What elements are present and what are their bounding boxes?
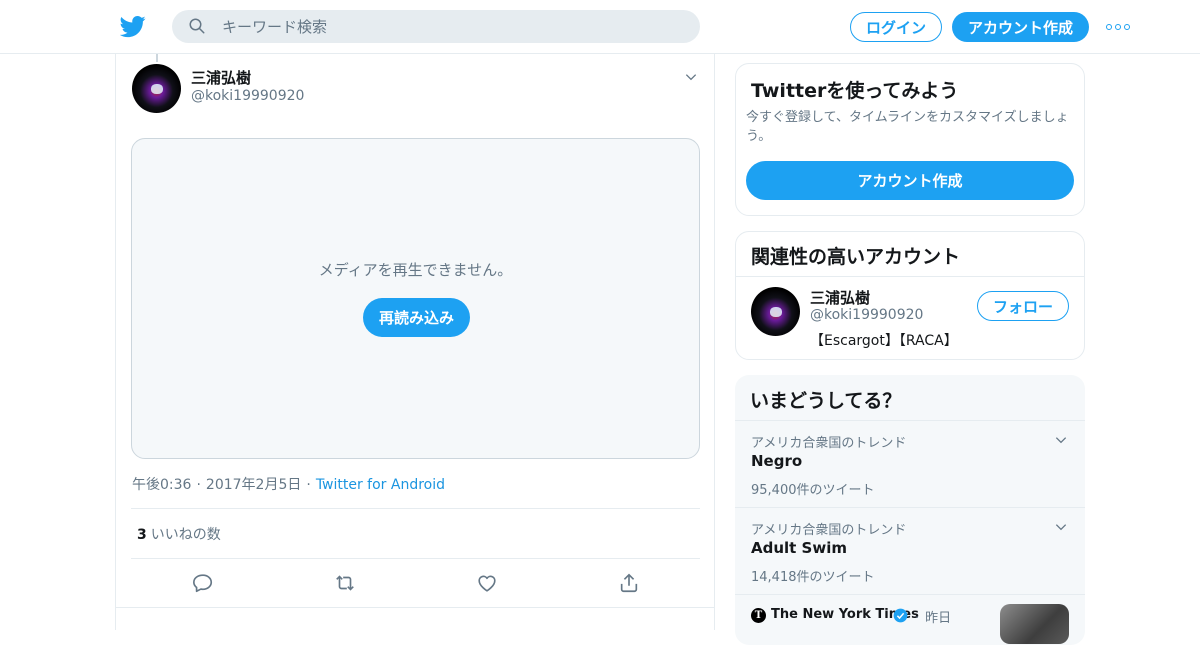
media-error-message: メディアを再生できません。 (318, 261, 513, 279)
like-count: 3 (137, 527, 147, 543)
related-accounts-card: 関連性の高いアカウント 三浦弘樹 @koki19990920 【Escargot… (735, 231, 1085, 360)
like-stats[interactable]: 3 いいねの数 (137, 524, 221, 544)
thread-connector (156, 54, 158, 62)
divider (131, 508, 700, 509)
twitter-logo-icon[interactable] (120, 13, 146, 39)
search-bar[interactable] (172, 10, 700, 43)
author-name[interactable]: 三浦弘樹 (191, 67, 251, 88)
trend-context: アメリカ合衆国のトレンド (751, 523, 907, 538)
verified-icon (893, 608, 908, 623)
tweet-metadata: 午後0:36 · 2017年2月5日 · Twitter for Android (132, 477, 446, 493)
share-icon[interactable] (618, 572, 640, 594)
trend-context: アメリカ合衆国のトレンド (751, 436, 907, 451)
trends-card: いまどうしてる？ アメリカ合衆国のトレンド Negro 95,400件のツイート… (735, 375, 1085, 645)
divider (116, 607, 714, 608)
avatar[interactable] (751, 287, 800, 336)
search-icon (189, 18, 205, 34)
like-icon[interactable] (476, 572, 498, 594)
signup-prompt-card: Twitterを使ってみよう 今すぐ登録して、タイムラインをカスタマイズしましょ… (735, 63, 1085, 216)
reload-button[interactable]: 再読み込み (363, 298, 470, 337)
divider (735, 594, 1085, 595)
login-button[interactable]: ログイン (850, 12, 942, 42)
avatar[interactable] (132, 64, 181, 113)
trend-count: 14,418件のツイート (751, 570, 875, 585)
more-icon[interactable] (1106, 18, 1130, 36)
signup-button[interactable]: アカウント作成 (746, 161, 1074, 200)
tweet-time[interactable]: 午後0:36 (132, 477, 191, 493)
card-title: Twitterを使ってみよう (751, 80, 959, 102)
like-label: いいねの数 (150, 527, 221, 543)
account-handle[interactable]: @koki19990920 (810, 307, 923, 323)
chevron-down-icon[interactable] (1054, 433, 1068, 447)
author-handle[interactable]: @koki19990920 (191, 88, 304, 104)
chevron-down-icon[interactable] (684, 70, 698, 84)
news-source-logo: T (751, 608, 766, 623)
card-title: いまどうしてる？ (750, 390, 902, 412)
signup-description: 今すぐ登録して、タイムラインをカスタマイズしましょう。 (746, 110, 1069, 144)
trend-name[interactable]: Adult Swim (751, 539, 847, 557)
retweet-icon[interactable] (334, 572, 356, 594)
divider (736, 276, 1084, 277)
news-time: · 昨日 (915, 611, 952, 626)
tweet-date[interactable]: 2017年2月5日 (206, 477, 301, 493)
news-thumbnail[interactable] (1000, 604, 1069, 644)
follow-button[interactable]: フォロー (977, 291, 1069, 321)
tweet-detail: 三浦弘樹 @koki19990920 メディアを再生できません。 再読み込み 午… (115, 54, 715, 630)
account-bio: 【Escargot】【RACA】 (810, 333, 958, 349)
trend-count: 95,400件のツイート (751, 483, 875, 498)
reply-icon[interactable] (192, 572, 214, 594)
tweet-source[interactable]: Twitter for Android (316, 477, 445, 493)
card-title: 関連性の高いアカウント (751, 246, 961, 268)
chevron-down-icon[interactable] (1054, 520, 1068, 534)
top-navigation-bar: ログイン アカウント作成 (0, 0, 1200, 54)
media-player: メディアを再生できません。 再読み込み (131, 138, 700, 459)
trend-name[interactable]: Negro (751, 452, 802, 470)
search-input[interactable] (222, 10, 682, 43)
divider (735, 420, 1085, 421)
divider (735, 507, 1085, 508)
account-name[interactable]: 三浦弘樹 (810, 287, 870, 308)
divider (131, 558, 700, 559)
signup-button[interactable]: アカウント作成 (952, 12, 1089, 42)
